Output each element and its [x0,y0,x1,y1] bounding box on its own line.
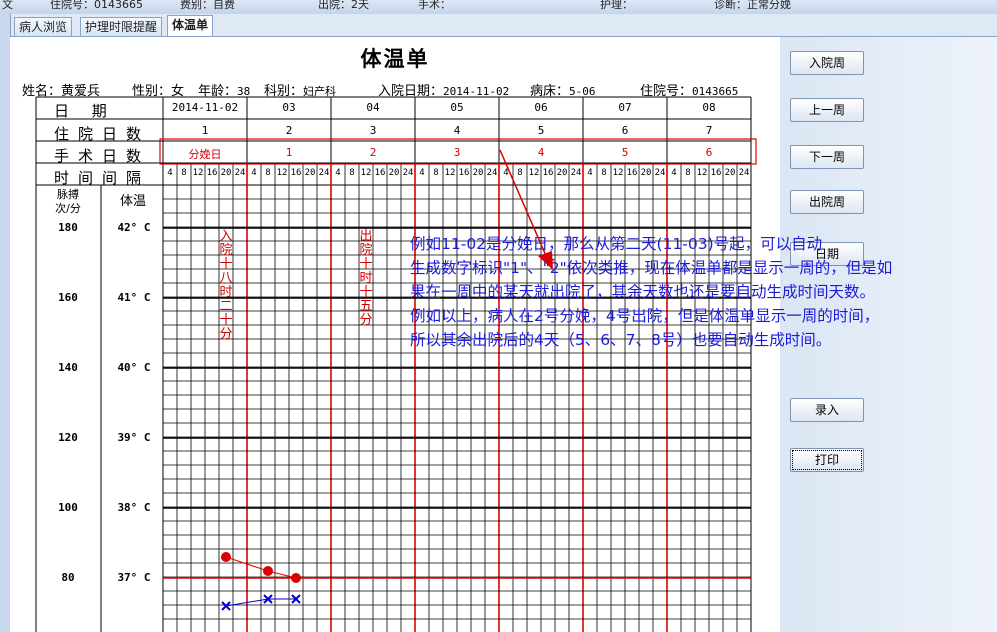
annotation-line: 果在一周中的某天就出院了，其余天数也还是要自动生成时间天数。 [410,283,876,301]
annotation-line: 例如以上，病人在2号分娩，4号出院，但是体温单显示一周的时间， [410,307,880,325]
print-button[interactable]: 打印 [790,448,864,472]
tab-patient-browse[interactable]: 病人浏览 [14,17,73,36]
admission-week-button[interactable]: 入院周 [790,51,864,75]
pulse-point [221,552,231,562]
pulse-point [291,573,301,583]
temperature-scale-label: 42° C [117,221,151,234]
discharge-week-button[interactable]: 出院周 [790,190,864,214]
pulse-scale-label: 100 [58,501,78,514]
pulse-scale-label: 120 [58,431,78,444]
pulse-scale-label: 160 [58,291,78,304]
topbar-nursing: 护理： [600,0,633,11]
pulse-scale-label: 180 [58,221,78,234]
pulse-point [263,566,273,576]
topbar-discharge: 出院：2天 [318,0,369,11]
event-note: 入院十八时二十分 [219,229,233,342]
topbar-inpatient-no: 住院号：0143665 [50,0,143,11]
topbar-text: 文 [2,0,13,11]
topbar-fee-type: 费别：自费 [180,0,235,11]
annotation-line: 生成数字标识"1"、"2"依次类推，现在体温单都是显示一周的，但是如 [410,259,893,277]
previous-week-button[interactable]: 上一周 [790,98,864,122]
temperature-scale-label: 37° C [117,571,151,584]
pulse-scale-label: 80 [61,571,75,584]
topbar-surgery: 手术： [418,0,451,11]
temperature-scale-label: 39° C [117,431,151,444]
next-week-button[interactable]: 下一周 [790,145,864,169]
tab-temperature-chart[interactable]: 体温单 [167,15,214,36]
annotation-line: 所以其余出院后的4天（5、6、7、8号）也要自动生成时间。 [410,331,832,349]
tab-nursing-reminder[interactable]: 护理时限提醒 [80,17,163,36]
temperature-scale-label: 41° C [117,291,151,304]
entry-button[interactable]: 录入 [790,398,864,422]
temperature-scale-label: 38° C [117,501,151,514]
tab-strip: 病人浏览 护理时限提醒 体温单 [0,14,997,37]
topbar-diagnosis: 诊断：正常分娩 [714,0,791,11]
patient-summary-bar: 文 住院号：0143665 费别：自费 出院：2天 手术： 护理： 诊断：正常分… [0,0,997,15]
pulse-scale-label: 140 [58,361,78,374]
annotation-note: 例如11-02是分娩日，那么从第二天(11-03)号起，可以自动 生成数字标识"… [410,232,997,352]
annotation-line: 例如11-02是分娩日，那么从第二天(11-03)号起，可以自动 [410,235,823,253]
temperature-scale-label: 40° C [117,361,151,374]
event-note: 出院十时十五分 [359,229,373,328]
